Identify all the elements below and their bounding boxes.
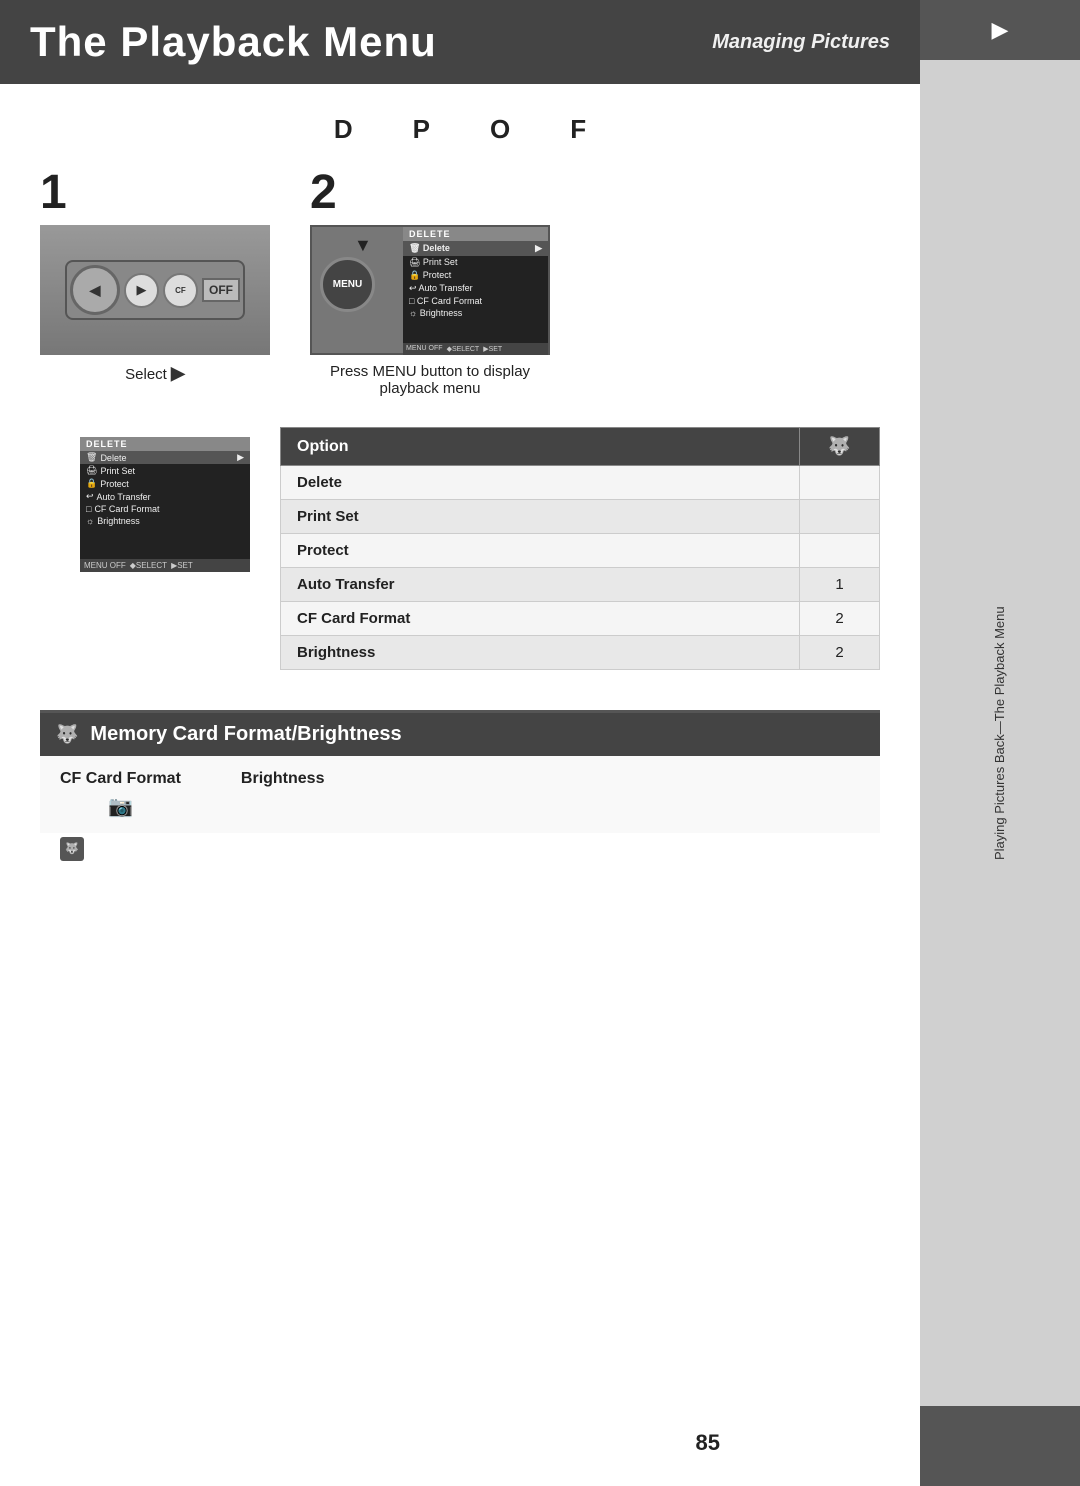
menu-autotransfer-item: ↩Auto Transfer bbox=[80, 490, 250, 503]
table-row: Delete bbox=[281, 466, 880, 500]
table-cell-cfformat-val: 2 bbox=[800, 602, 880, 636]
bottom-header-icon: 🐺 bbox=[56, 724, 78, 745]
sidebar-dark-block bbox=[920, 1406, 1080, 1486]
table-row: Print Set bbox=[281, 500, 880, 534]
bottom-content: CF Card Format 📷 Brightness bbox=[40, 756, 880, 833]
bottom-col-cfformat: CF Card Format 📷 bbox=[60, 770, 181, 819]
table-cell-autotransfer-val: 1 bbox=[800, 568, 880, 602]
table-row: Auto Transfer 1 bbox=[281, 568, 880, 602]
steps-section: 1 ◀ ▶ CF OFF Select ▶ bbox=[0, 155, 920, 417]
options-section: DELETE 🗑Delete▶ 🖨Print Set 🔒Protect ↩Aut… bbox=[0, 417, 920, 690]
subtitle: Managing Pictures bbox=[712, 31, 890, 54]
step-2-line1: Press MENU button to display bbox=[330, 363, 530, 380]
sidebar-text: Playing Pictures Back—The Playback Menu bbox=[920, 60, 1080, 1406]
wolf-icon: 🐺 bbox=[60, 837, 84, 861]
dpof-row: D P O F bbox=[0, 84, 920, 155]
camera-icon: 📷 bbox=[108, 794, 133, 819]
bottom-col-brightness: Brightness bbox=[241, 770, 325, 819]
step-2: 2 MENU ▼ DELETE 🗑 Delete▶ 🖨 Print Set 🔒 … bbox=[310, 165, 550, 397]
bottom-col2-label: Brightness bbox=[241, 770, 325, 788]
bottom-col1-label: CF Card Format bbox=[60, 770, 181, 788]
table-cell-protect: Protect bbox=[281, 534, 800, 568]
page-number: 85 bbox=[696, 1430, 720, 1456]
menu-protect-item: 🔒Protect bbox=[80, 477, 250, 490]
step-1-arrow: ▶ bbox=[171, 363, 185, 384]
small-menu-footer: MENU OFF◆SELECT▶SET bbox=[80, 559, 250, 572]
table-cell-autotransfer: Auto Transfer bbox=[281, 568, 800, 602]
step-2-line2: playback menu bbox=[380, 380, 481, 397]
bottom-header-text: Memory Card Format/Brightness bbox=[90, 723, 401, 746]
page-title: The Playback Menu bbox=[30, 18, 437, 66]
step-1: 1 ◀ ▶ CF OFF Select ▶ bbox=[40, 165, 270, 384]
right-sidebar: ▶ Playing Pictures Back—The Playback Men… bbox=[920, 0, 1080, 1486]
table-row: Brightness 2 bbox=[281, 636, 880, 670]
table-cell-printset: Print Set bbox=[281, 500, 800, 534]
dpof-o: O bbox=[490, 114, 510, 145]
small-menu-image: DELETE 🗑Delete▶ 🖨Print Set 🔒Protect ↩Aut… bbox=[80, 437, 250, 572]
bottom-section-header: 🐺 Memory Card Format/Brightness bbox=[40, 713, 880, 756]
step-2-label: Press MENU button to display playback me… bbox=[330, 363, 530, 397]
table-header-option: Option bbox=[281, 428, 800, 466]
step-1-label: Select ▶ bbox=[125, 363, 185, 384]
step-1-label-text: Select bbox=[125, 366, 171, 383]
menu-brightness-item: ☼Brightness bbox=[80, 515, 250, 527]
bottom-section: 🐺 Memory Card Format/Brightness CF Card … bbox=[40, 710, 880, 871]
bottom-wolf-row: 🐺 bbox=[40, 833, 880, 871]
table-cell-cfformat: CF Card Format bbox=[281, 602, 800, 636]
dpof-p: P bbox=[413, 114, 430, 145]
step-2-number: 2 bbox=[310, 165, 337, 220]
table-row: CF Card Format 2 bbox=[281, 602, 880, 636]
menu-delete-item: 🗑Delete▶ bbox=[80, 451, 250, 464]
dpof-f: F bbox=[570, 114, 586, 145]
menu-cfformat-item: □CF Card Format bbox=[80, 503, 250, 515]
small-menu-header: DELETE bbox=[80, 437, 250, 451]
table-cell-brightness: Brightness bbox=[281, 636, 800, 670]
table-cell-delete: Delete bbox=[281, 466, 800, 500]
dpof-d: D bbox=[334, 114, 353, 145]
main-content: The Playback Menu Managing Pictures D P … bbox=[0, 0, 920, 1486]
table-cell-brightness-val: 2 bbox=[800, 636, 880, 670]
table-row: Protect bbox=[281, 534, 880, 568]
step-1-number: 1 bbox=[40, 165, 67, 220]
table-cell-protect-val bbox=[800, 534, 880, 568]
options-table: Option 🐺 Delete Print Set Protect bbox=[280, 427, 880, 670]
menu-printset-item: 🖨Print Set bbox=[80, 464, 250, 477]
step-1-image: ◀ ▶ CF OFF bbox=[40, 225, 270, 355]
table-cell-printset-val bbox=[800, 500, 880, 534]
table-cell-delete-val bbox=[800, 466, 880, 500]
sidebar-top-icon: ▶ bbox=[920, 0, 1080, 60]
page-header: The Playback Menu Managing Pictures bbox=[0, 0, 920, 84]
table-header-icon: 🐺 bbox=[800, 428, 880, 466]
